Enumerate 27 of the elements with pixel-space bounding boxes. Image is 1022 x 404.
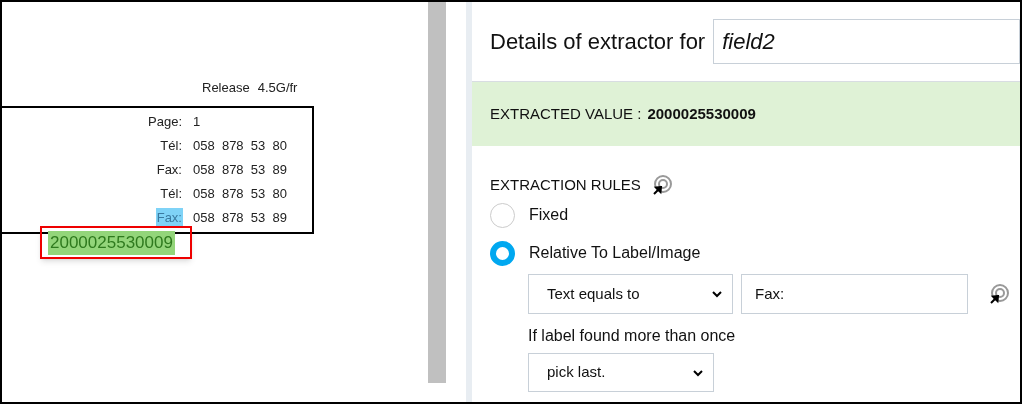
document-value: 1 [193, 113, 201, 132]
match-mode-select[interactable]: Text equals to [528, 274, 733, 314]
target-pointer-icon[interactable] [988, 283, 1010, 305]
radio-button[interactable] [490, 202, 515, 228]
extracted-value-label: EXTRACTED VALUE : [490, 103, 642, 124]
field-name-input[interactable]: field2 [713, 19, 1020, 64]
scrollbar[interactable] [428, 2, 446, 383]
document-value: 058 878 53 80 [193, 185, 287, 204]
radio-label: Relative To Label/Image [529, 243, 701, 263]
release-label: Release [202, 79, 250, 97]
document-label: Tél: [159, 185, 183, 204]
repeat-choice-select[interactable]: pick last. [528, 353, 714, 392]
label-input[interactable]: Fax: [741, 274, 968, 314]
rules-heading: EXTRACTION RULES [490, 174, 641, 195]
document-label: Tél: [159, 137, 183, 156]
extracted-value: 2000025530009 [647, 103, 756, 124]
document-value: 058 878 53 80 [193, 137, 287, 156]
document-value: 058 878 53 89 [193, 209, 287, 228]
repeat-question: If label found more than once [528, 326, 737, 346]
panel-title: Details of extractor for [490, 28, 706, 56]
release-value: 4.5G/fr [257, 79, 298, 97]
document-label: Fax: [155, 161, 183, 180]
radio-label: Fixed [529, 205, 569, 225]
radio-button[interactable] [490, 240, 515, 266]
document-label: Page: [147, 113, 183, 132]
extracted-text: 2000025530009 [48, 230, 175, 255]
document-value: 058 878 53 89 [193, 161, 287, 180]
